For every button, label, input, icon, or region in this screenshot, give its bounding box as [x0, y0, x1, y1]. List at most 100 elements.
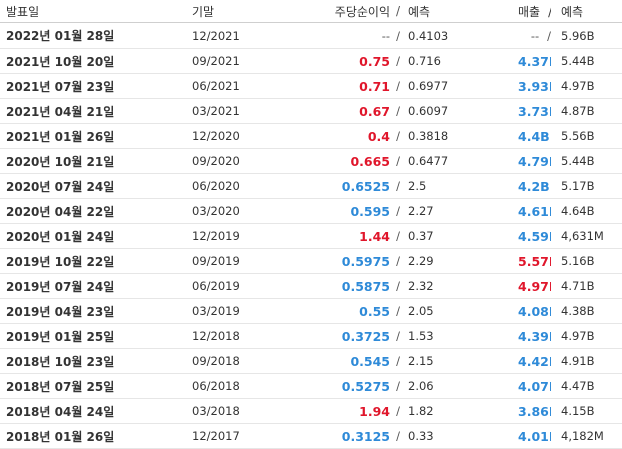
- revenue-value: 4.37B: [518, 53, 551, 69]
- period-end: 06/2019: [192, 273, 302, 299]
- eps-separator: /: [390, 373, 406, 399]
- eps-value: 0.3725: [341, 328, 390, 344]
- revenue-actual: 4.4B/: [518, 123, 551, 149]
- eps-value: 0.3125: [341, 428, 390, 444]
- revenue-value: --: [530, 28, 540, 43]
- revenue-value: 4.42B: [518, 353, 551, 369]
- table-row: 2021년 10월 20일 09/2021 0.75 / 0.716 4.37B…: [0, 48, 622, 74]
- announce-date: 2020년 01월 24일: [0, 223, 192, 249]
- revenue-forecast: 5.44B: [551, 148, 622, 174]
- eps-forecast: 1.82: [406, 398, 518, 424]
- period-end: 09/2020: [192, 148, 302, 174]
- revenue-actual: 4.42B/: [518, 348, 551, 374]
- table-row: 2020년 04월 22일 03/2020 0.595 / 2.27 4.61B…: [0, 198, 622, 224]
- revenue-value: 4.61B: [518, 203, 551, 219]
- revenue-actual: 3.73B/: [518, 98, 551, 124]
- eps-forecast: 2.32: [406, 273, 518, 299]
- announce-date: 2021년 07월 23일: [0, 73, 192, 99]
- eps-actual: 0.67: [302, 98, 390, 124]
- eps-forecast: 0.37: [406, 223, 518, 249]
- header-period-end[interactable]: 기말: [192, 0, 302, 23]
- eps-separator: /: [390, 248, 406, 274]
- eps-separator: /: [390, 98, 406, 124]
- eps-actual: 0.55: [302, 298, 390, 324]
- period-end: 06/2021: [192, 73, 302, 99]
- revenue-forecast: 4.71B: [551, 273, 622, 299]
- header-revenue[interactable]: 매출/: [518, 0, 551, 23]
- period-end: 03/2020: [192, 198, 302, 224]
- header-revenue-label: 매출: [518, 4, 541, 19]
- revenue-value: 4.01B: [518, 428, 551, 444]
- revenue-separator: /: [547, 28, 551, 43]
- revenue-value: 4.2B: [518, 178, 550, 194]
- eps-value: 0.5875: [341, 278, 390, 294]
- revenue-separator: /: [550, 180, 551, 194]
- header-eps-forecast[interactable]: 예측: [406, 0, 518, 23]
- revenue-forecast: 5.17B: [551, 173, 622, 199]
- revenue-forecast: 5.96B: [551, 22, 622, 49]
- period-end: 12/2020: [192, 123, 302, 149]
- revenue-actual: 4.37B/: [518, 48, 551, 74]
- announce-date: 2018년 10월 23일: [0, 348, 192, 374]
- revenue-forecast: 5.56B: [551, 123, 622, 149]
- revenue-forecast: 4.87B: [551, 98, 622, 124]
- revenue-actual: 4.39B/: [518, 323, 551, 349]
- eps-actual: 0.6525: [302, 173, 390, 199]
- revenue-value: 4.59B: [518, 228, 551, 244]
- revenue-value: 5.57B: [518, 253, 551, 269]
- revenue-forecast: 4,182M: [551, 423, 622, 449]
- announce-date: 2020년 07월 24일: [0, 173, 192, 199]
- eps-actual: 0.595: [302, 198, 390, 224]
- eps-forecast: 0.3818: [406, 123, 518, 149]
- eps-forecast: 0.6477: [406, 148, 518, 174]
- revenue-separator: /: [550, 130, 551, 144]
- eps-value: 0.71: [359, 78, 390, 94]
- eps-separator: /: [390, 323, 406, 349]
- eps-separator: /: [390, 22, 406, 49]
- eps-value: --: [381, 28, 390, 43]
- eps-actual: 0.71: [302, 73, 390, 99]
- eps-forecast: 1.53: [406, 323, 518, 349]
- period-end: 12/2018: [192, 323, 302, 349]
- earnings-table: 발표일 기말 주당순이익 / 예측 매출/ 예측 2022년 01월 28일 1…: [0, 0, 622, 449]
- table-header-row: 발표일 기말 주당순이익 / 예측 매출/ 예측: [0, 0, 622, 23]
- header-revenue-forecast[interactable]: 예측: [551, 0, 622, 23]
- announce-date: 2022년 01월 28일: [0, 22, 192, 49]
- eps-separator: /: [390, 273, 406, 299]
- revenue-forecast: 4.64B: [551, 198, 622, 224]
- eps-separator: /: [390, 148, 406, 174]
- revenue-value: 4.07B: [518, 378, 551, 394]
- eps-value: 0.665: [350, 153, 390, 169]
- revenue-actual: 4.79B/: [518, 148, 551, 174]
- header-revenue-separator: /: [540, 5, 551, 19]
- announce-date: 2020년 04월 22일: [0, 198, 192, 224]
- eps-forecast: 2.06: [406, 373, 518, 399]
- revenue-actual: 5.57B/: [518, 248, 551, 274]
- announce-date: 2019년 10월 22일: [0, 248, 192, 274]
- revenue-value: 3.73B: [518, 103, 551, 119]
- eps-value: 1.94: [359, 403, 390, 419]
- eps-actual: 1.94: [302, 398, 390, 424]
- eps-forecast: 0.4103: [406, 22, 518, 49]
- table-row: 2019년 10월 22일 09/2019 0.5975 / 2.29 5.57…: [0, 248, 622, 274]
- announce-date: 2020년 10월 21일: [0, 148, 192, 174]
- eps-value: 1.44: [359, 228, 390, 244]
- eps-forecast: 2.29: [406, 248, 518, 274]
- announce-date: 2021년 10월 20일: [0, 48, 192, 74]
- eps-actual: 0.545: [302, 348, 390, 374]
- revenue-forecast: 4.47B: [551, 373, 622, 399]
- earnings-rows: 2022년 01월 28일 12/2021 -- / 0.4103 --/ 5.…: [0, 22, 622, 449]
- revenue-value: 3.86B: [518, 403, 551, 419]
- period-end: 09/2021: [192, 48, 302, 74]
- announce-date: 2018년 07월 25일: [0, 373, 192, 399]
- period-end: 03/2021: [192, 98, 302, 124]
- eps-value: 0.595: [350, 203, 390, 219]
- period-end: 12/2021: [192, 22, 302, 49]
- revenue-actual: 4.59B/: [518, 223, 551, 249]
- header-eps[interactable]: 주당순이익: [302, 0, 390, 23]
- header-announce-date[interactable]: 발표일: [0, 0, 192, 23]
- period-end: 09/2018: [192, 348, 302, 374]
- revenue-forecast: 4.97B: [551, 323, 622, 349]
- period-end: 12/2019: [192, 223, 302, 249]
- eps-actual: 0.75: [302, 48, 390, 74]
